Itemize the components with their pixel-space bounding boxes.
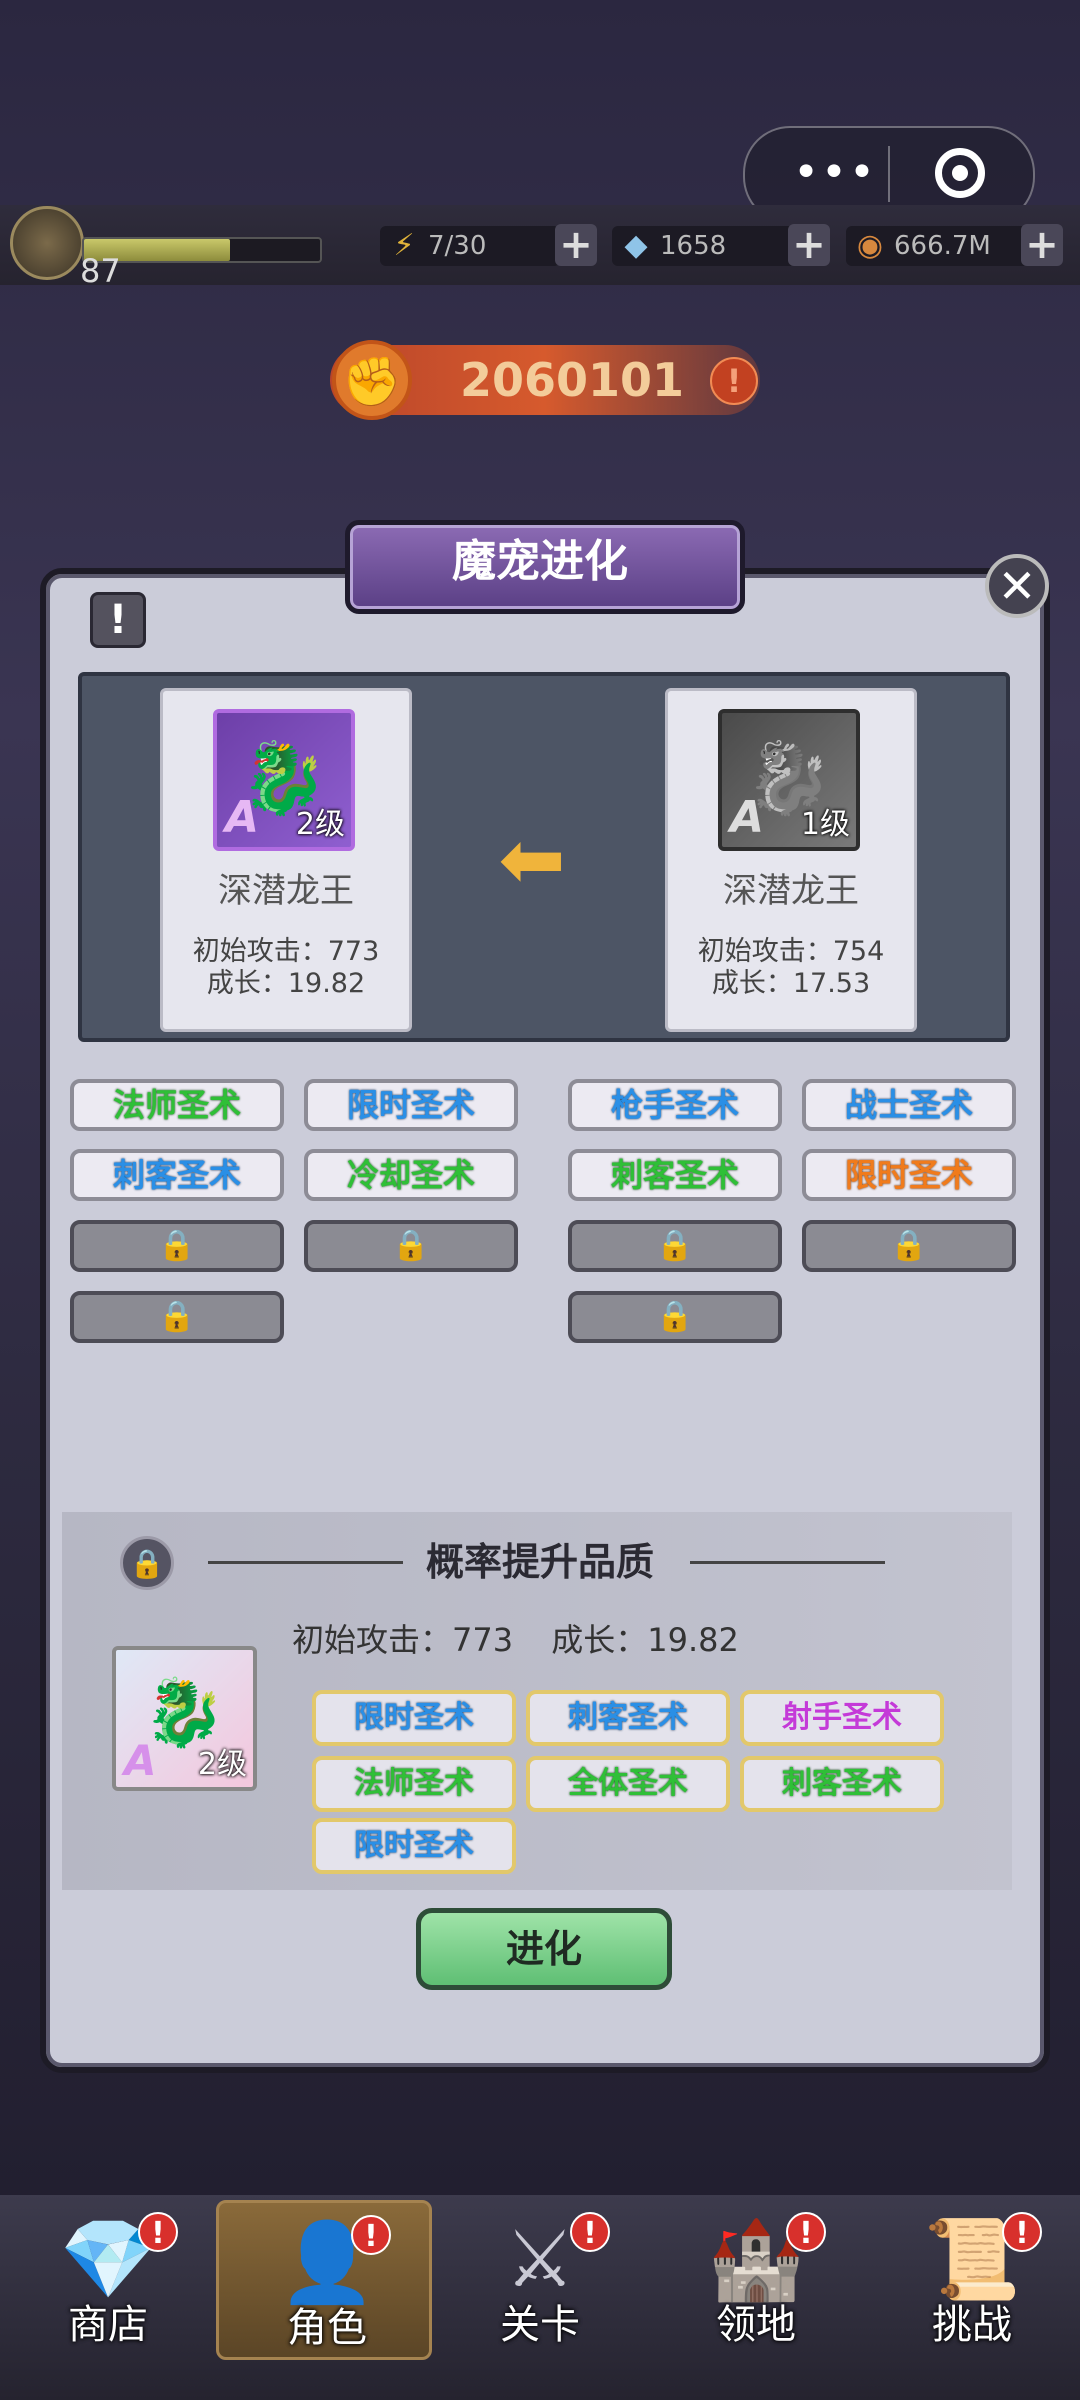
nav-label: 关卡 [500,2302,580,2348]
probability-skill-slot[interactable]: 射手圣术 [740,1690,944,1746]
skill-slot[interactable]: 限时圣术 [304,1079,518,1131]
alert-badge: ! [138,2212,178,2252]
pet-name: 深潜龙王 [218,871,354,911]
pet-level: 1级 [800,807,850,842]
info-button[interactable]: ! [90,592,146,648]
close-button[interactable]: ✕ [985,554,1049,618]
panel-title: 魔宠进化 [452,536,628,587]
add-crystal-button[interactable]: + [788,224,830,266]
skill-slot[interactable]: 法师圣术 [70,1079,284,1131]
pet-attack: 初始攻击：773 [192,936,380,967]
skill-slot[interactable]: 刺客圣术 [568,1149,782,1201]
nav-territory[interactable]: 🏰 ! 领地 [648,2200,864,2360]
combat-power-value: 2060101 [460,353,685,407]
add-energy-button[interactable]: + [555,224,597,266]
lock-icon: 🔒 [890,1228,928,1263]
nav-label: 角色 [287,2305,367,2351]
add-coin-button[interactable]: + [1021,224,1063,266]
pet-level: 2级 [295,807,345,842]
locked-skill-slot[interactable]: 🔒 [70,1291,284,1343]
source-pet-portrait[interactable]: 🐉 A 1级 [718,709,860,851]
pet-growth: 成长：17.53 [711,968,871,999]
upgrade-attack: 初始攻击：773 [292,1621,514,1659]
lock-icon: 🔒 [656,1299,694,1334]
alert-badge: ! [351,2215,391,2255]
pet-grade: A [225,792,260,843]
title-ornament-left [208,1561,403,1564]
probability-skill-slot[interactable]: 全体圣术 [526,1756,730,1812]
result-pet-card: 🐉 A 2级 深潜龙王 初始攻击：773 成长：19.82 [160,688,412,1032]
locked-skill-slot[interactable]: 🔒 [568,1220,782,1272]
more-options-icon[interactable]: ••• [785,150,885,196]
crystal-counter: ◆ 1658 [612,226,802,266]
power-info-icon[interactable]: ! [710,357,758,405]
nav-label: 挑战 [932,2302,1012,2348]
coin-counter: ◉ 666.7M [846,226,1036,266]
pet-grade: A [730,792,765,843]
capsule-divider [888,146,890,202]
probability-skill-slot[interactable]: 刺客圣术 [740,1756,944,1812]
lock-icon: 🔒 [656,1228,694,1263]
locked-skill-slot[interactable]: 🔒 [802,1220,1016,1272]
pet-attack: 初始攻击：754 [697,936,885,967]
player-level-icon [10,206,84,280]
upgrade-title: 概率提升品质 [425,1540,654,1584]
title-ornament-right [690,1561,885,1564]
energy-value: 7/30 [428,231,487,261]
probability-skill-slot[interactable]: 刺客圣术 [526,1690,730,1746]
skill-slot[interactable]: 枪手圣术 [568,1079,782,1131]
upgrade-pet-portrait[interactable]: 🐉 A 2级 [112,1646,257,1791]
lock-icon: 🔒 [392,1228,430,1263]
probability-skill-slot[interactable]: 法师圣术 [312,1756,516,1812]
nav-challenge[interactable]: 📜 ! 挑战 [864,2200,1080,2360]
lock-icon: 🔒 [158,1228,196,1263]
left-arrow-icon: ⬅ [498,813,566,906]
upgrade-stats: 初始攻击：773 成长：19.82 [292,1612,852,1668]
probability-skill-slot[interactable]: 限时圣术 [312,1690,516,1746]
alert-badge: ! [570,2212,610,2252]
result-pet-portrait[interactable]: 🐉 A 2级 [213,709,355,851]
skill-slot[interactable]: 战士圣术 [802,1079,1016,1131]
evolve-button[interactable]: 进化 [416,1908,672,1990]
nav-label: 商店 [68,2302,148,2348]
skill-slot[interactable]: 限时圣术 [802,1149,1016,1201]
alert-badge: ! [786,2212,826,2252]
upgrade-growth: 成长：19.82 [551,1621,739,1659]
lock-icon: 🔒 [158,1299,196,1334]
nav-shop[interactable]: 💎 ! 商店 [0,2200,216,2360]
player-level: 87 [80,252,121,290]
nav-character[interactable]: 👤 ! 角色 [216,2200,432,2360]
pet-growth: 成长：19.82 [206,968,366,999]
crystal-icon: ◆ [624,228,648,263]
locked-skill-slot[interactable]: 🔒 [70,1220,284,1272]
source-pet-card: 🐉 A 1级 深潜龙王 初始攻击：754 成长：17.53 [665,688,917,1032]
pet-grade: A [124,1736,157,1785]
locked-skill-slot[interactable]: 🔒 [304,1220,518,1272]
close-mini-program-icon[interactable] [935,148,985,198]
energy-counter: ⚡ 7/30 [380,226,560,266]
skill-slot[interactable]: 刺客圣术 [70,1149,284,1201]
lock-icon[interactable]: 🔒 [120,1536,174,1590]
skill-slot[interactable]: 冷却圣术 [304,1149,518,1201]
locked-skill-slot[interactable]: 🔒 [568,1291,782,1343]
pet-level: 2级 [197,1747,247,1782]
coin-icon: ◉ [856,228,884,263]
lightning-icon: ⚡ [393,228,415,263]
nav-label: 领地 [716,2302,796,2348]
coin-value: 666.7M [894,231,991,261]
fist-icon: ✊ [332,340,412,420]
nav-stage[interactable]: ⚔ ! 关卡 [432,2200,648,2360]
probability-skill-slot[interactable]: 限时圣术 [312,1818,516,1874]
alert-badge: ! [1002,2212,1042,2252]
crystal-value: 1658 [660,231,727,261]
pet-name: 深潜龙王 [723,871,859,911]
